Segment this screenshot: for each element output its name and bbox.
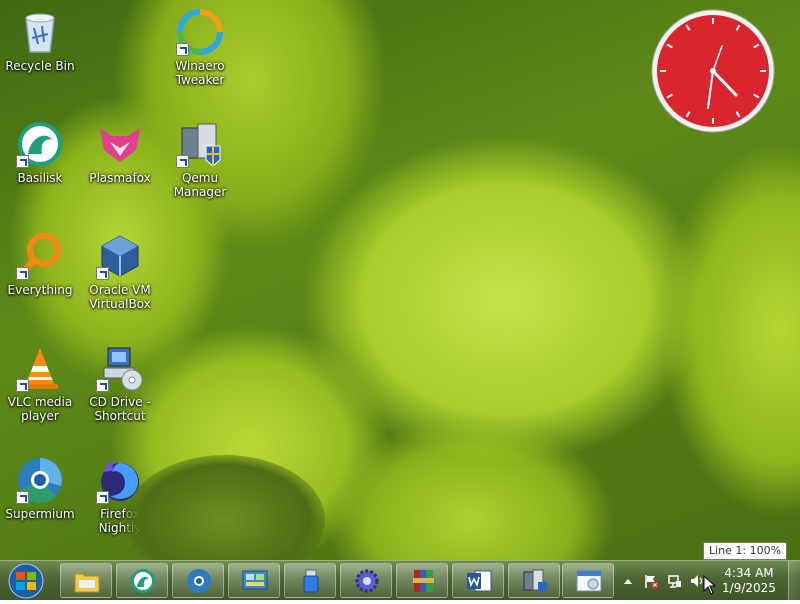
show-desktop-button[interactable] [788, 561, 800, 601]
desktop-icon-label: Plasmafox [89, 171, 151, 185]
desktop-icon-label: Recycle Bin [5, 59, 75, 73]
virtualbox-icon [96, 232, 144, 280]
shortcut-arrow-icon [16, 491, 29, 504]
shortcut-arrow-icon [16, 155, 29, 168]
desktop[interactable]: Recycle Bin Basilisk Everything VLC medi… [0, 0, 800, 560]
desktop-icon-vlc[interactable]: VLC media player [0, 340, 80, 452]
firefox-nightly-icon [96, 456, 144, 504]
shortcut-arrow-icon [96, 379, 109, 392]
desktop-icon-label: Winaero Tweaker [175, 59, 225, 87]
winaero-tweaker-icon [176, 8, 224, 56]
basilisk-icon [131, 569, 155, 593]
desktop-icon-virtualbox[interactable]: Oracle VM VirtualBox [80, 228, 160, 340]
shortcut-arrow-icon [176, 155, 189, 168]
cd-drive-icon [96, 344, 144, 392]
file-explorer-icon [74, 573, 100, 593]
desktop-icon-plasmafox[interactable]: Plasmafox [80, 116, 160, 228]
desktop-icon-label: CD Drive - Shortcut [89, 395, 151, 423]
window-app-icon [576, 570, 602, 592]
taskbar-window-app[interactable] [562, 563, 614, 598]
mouse-pointer-icon [703, 575, 717, 595]
basilisk-icon [16, 120, 64, 168]
taskbar-settings[interactable] [340, 563, 392, 598]
clock-date: 1/9/2025 [722, 581, 776, 595]
start-button[interactable] [4, 562, 48, 600]
shortcut-arrow-icon [96, 267, 109, 280]
winrar-icon [413, 570, 434, 592]
qemu-manager-icon [176, 120, 224, 168]
taskbar-winrar[interactable] [396, 563, 448, 598]
desktop-icon-label: Oracle VM VirtualBox [89, 283, 151, 311]
desktop-icon-label: Qemu Manager [173, 171, 227, 199]
clock-gadget[interactable] [650, 8, 776, 134]
everything-icon [16, 232, 64, 280]
show-hidden-icons-chevron[interactable] [620, 573, 636, 589]
shortcut-arrow-icon [176, 43, 189, 56]
desktop-icon-everything[interactable]: Everything [0, 228, 80, 340]
taskbar-qemu-manager[interactable] [508, 563, 560, 598]
desktop-icon-label: Supermium [5, 507, 75, 521]
supermium-icon [187, 569, 211, 593]
plasmafox-icon [96, 120, 144, 168]
taskbar-basilisk[interactable] [116, 563, 168, 598]
action-center-flag-icon[interactable] [643, 573, 659, 589]
taskbar-usb-drive[interactable] [284, 563, 336, 598]
control-panel-icon [242, 570, 268, 590]
desktop-icon-label: VLC media player [7, 395, 73, 423]
shortcut-arrow-icon [16, 267, 29, 280]
recycle-bin-icon [16, 8, 64, 56]
desktop-icon-cd-drive[interactable]: CD Drive - Shortcut [80, 340, 160, 452]
desktop-icon-recycle-bin[interactable]: Recycle Bin [0, 4, 80, 116]
desktop-icon-label: Basilisk [17, 171, 63, 185]
desktop-icon-basilisk[interactable]: Basilisk [0, 116, 80, 228]
vlc-icon [16, 344, 64, 392]
taskbar: 4:34 AM 1/9/2025 [0, 560, 800, 601]
desktop-icon-winaero-tweaker[interactable]: Winaero Tweaker [160, 4, 240, 116]
desktop-icon-qemu-manager[interactable]: Qemu Manager [160, 116, 240, 228]
clock-time: 4:34 AM [724, 566, 774, 580]
taskbar-clock[interactable]: 4:34 AM 1/9/2025 [712, 566, 786, 596]
shortcut-arrow-icon [16, 379, 29, 392]
shortcut-arrow-icon [96, 491, 109, 504]
gear-settings-icon [355, 569, 379, 593]
desktop-icon-supermium[interactable]: Supermium [0, 452, 80, 560]
taskbar-word[interactable] [452, 563, 504, 598]
taskbar-control-panel[interactable] [228, 563, 280, 598]
volume-tooltip: Line 1: 100% [703, 542, 788, 560]
desktop-icon-label: Everything [7, 283, 73, 297]
network-icon[interactable] [667, 573, 683, 589]
taskbar-file-explorer[interactable] [60, 563, 112, 598]
usb-drive-icon [303, 569, 319, 593]
supermium-icon [16, 456, 64, 504]
desktop-icon-label: Firefox Nightly [98, 507, 142, 535]
word-icon [467, 570, 492, 592]
qemu-manager-icon [523, 569, 547, 593]
taskbar-supermium[interactable] [172, 563, 224, 598]
desktop-icon-firefox-nightly[interactable]: Firefox Nightly [80, 452, 160, 560]
windows-start-icon [8, 563, 44, 599]
